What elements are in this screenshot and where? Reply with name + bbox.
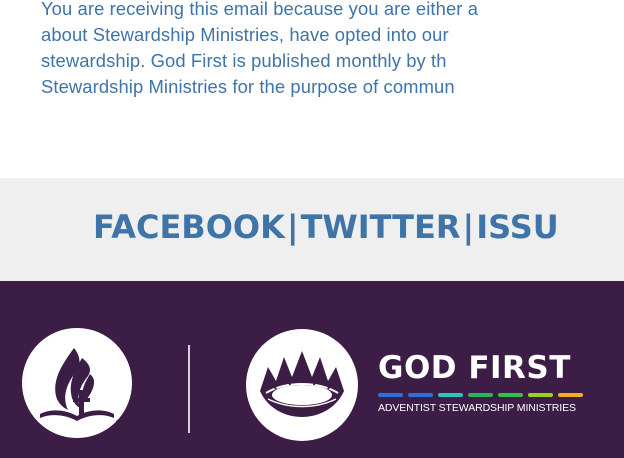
brand-bar	[468, 393, 493, 397]
brand-bar	[498, 393, 523, 397]
brand-color-bars	[378, 393, 583, 397]
facebook-link[interactable]: FACEBOOK	[93, 208, 285, 246]
brand-bar	[528, 393, 553, 397]
logo-divider	[188, 345, 190, 433]
registered-mark: ®	[115, 419, 122, 427]
adventist-church-logo[interactable]: ®	[22, 328, 132, 438]
social-links-band: FACEBOOK|TWITTER|ISSU	[0, 178, 624, 281]
crown-of-thorns-icon[interactable]	[246, 329, 358, 441]
god-first-brand[interactable]: GOD FIRST ADVENTIST STEWARDSHIP MINISTRI…	[378, 351, 583, 414]
footer: ® GOD FIRST ADVENTIST STEWARDSHIP MINIST…	[0, 281, 624, 458]
brand-subtitle: ADVENTIST STEWARDSHIP MINISTRIES	[378, 402, 576, 414]
email-disclaimer: You are receiving this email because you…	[41, 0, 624, 100]
brand-bar	[558, 393, 583, 397]
link-separator: |	[462, 208, 475, 246]
disclaimer-line-1: You are receiving this email because you…	[41, 0, 479, 19]
issuu-link[interactable]: ISSU	[476, 208, 559, 246]
twitter-link[interactable]: TWITTER	[301, 208, 461, 246]
brand-bar	[438, 393, 463, 397]
social-links: FACEBOOK|TWITTER|ISSU	[93, 208, 559, 246]
brand-bar	[378, 393, 403, 397]
brand-bar	[408, 393, 433, 397]
disclaimer-line-4: Stewardship Ministries for the purpose o…	[41, 76, 455, 97]
disclaimer-line-3: stewardship. God First is published mont…	[41, 50, 447, 71]
disclaimer-line-2: about Stewardship Ministries, have opted…	[41, 24, 449, 45]
link-separator: |	[286, 208, 299, 246]
brand-title: GOD FIRST	[378, 350, 571, 386]
